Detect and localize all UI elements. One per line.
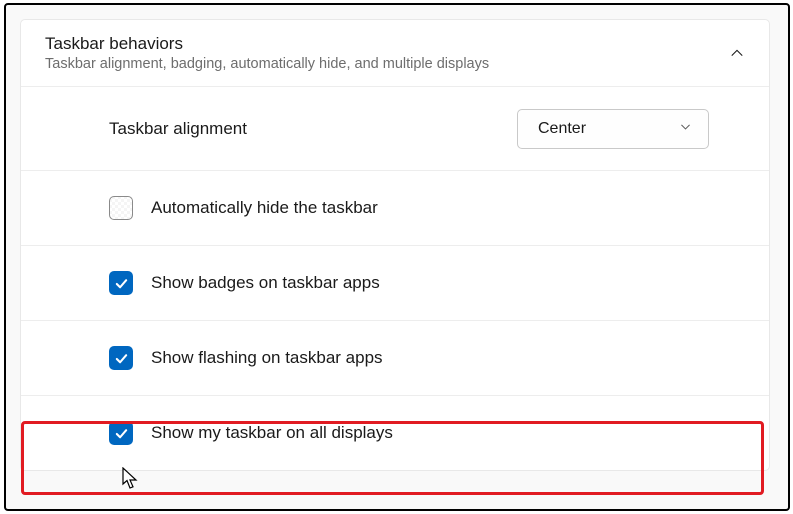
flashing-row: Show flashing on taskbar apps — [21, 320, 769, 395]
chevron-up-icon[interactable] — [729, 45, 745, 61]
all-displays-checkbox[interactable] — [109, 421, 133, 445]
header-text: Taskbar behaviors Taskbar alignment, bad… — [45, 34, 489, 72]
flashing-checkbox[interactable] — [109, 346, 133, 370]
all-displays-label: Show my taskbar on all displays — [151, 423, 393, 443]
header-subtitle: Taskbar alignment, badging, automaticall… — [45, 56, 489, 72]
header-title: Taskbar behaviors — [45, 34, 489, 54]
chevron-down-icon — [679, 120, 692, 138]
flashing-label: Show flashing on taskbar apps — [151, 348, 383, 368]
taskbar-behaviors-panel: Taskbar behaviors Taskbar alignment, bad… — [20, 19, 770, 471]
panel-header[interactable]: Taskbar behaviors Taskbar alignment, bad… — [21, 20, 769, 86]
alignment-value: Center — [538, 120, 586, 138]
alignment-label: Taskbar alignment — [109, 119, 247, 139]
badges-checkbox[interactable] — [109, 271, 133, 295]
all-displays-row: Show my taskbar on all displays — [21, 395, 769, 470]
auto-hide-label: Automatically hide the taskbar — [151, 198, 378, 218]
taskbar-alignment-row: Taskbar alignment Center — [21, 86, 769, 170]
auto-hide-checkbox[interactable] — [109, 196, 133, 220]
alignment-dropdown[interactable]: Center — [517, 109, 709, 149]
auto-hide-row: Automatically hide the taskbar — [21, 170, 769, 245]
badges-label: Show badges on taskbar apps — [151, 273, 380, 293]
badges-row: Show badges on taskbar apps — [21, 245, 769, 320]
